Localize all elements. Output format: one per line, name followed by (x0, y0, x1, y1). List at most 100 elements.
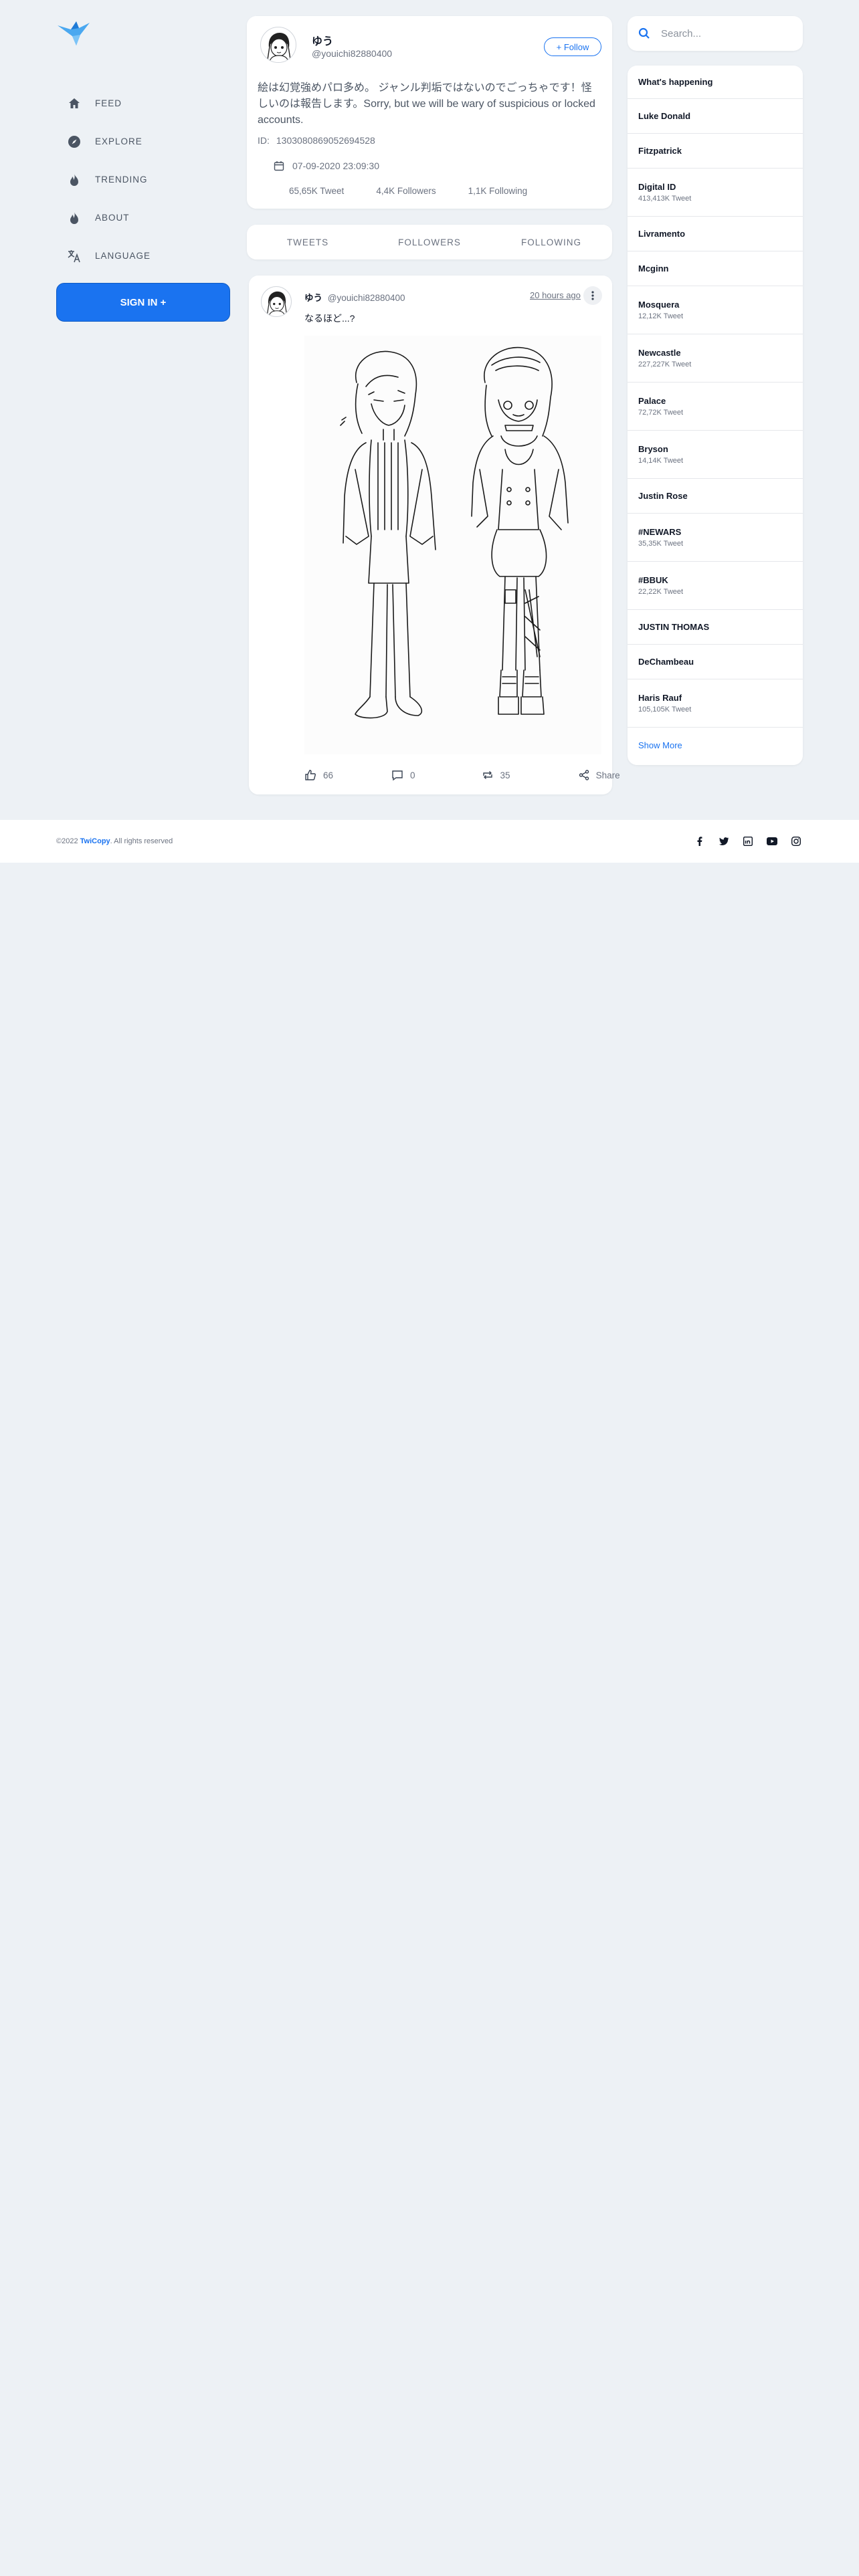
youtube-icon[interactable] (765, 835, 779, 848)
nav-item-label: ABOUT (95, 213, 130, 223)
more-options-button[interactable] (583, 286, 602, 305)
instagram-icon[interactable] (789, 835, 803, 848)
trend-item[interactable]: Livramento (628, 217, 803, 251)
social-links (682, 835, 803, 848)
trend-item[interactable]: DeChambeau (628, 645, 803, 679)
trend-name: Justin Rose (638, 491, 688, 501)
profile-name: ゆう (312, 36, 334, 47)
trend-item[interactable]: #NEWARS 35,35K Tweet (628, 514, 803, 562)
avatar[interactable] (260, 27, 296, 63)
main-nav: FEED EXPLORE TRENDING ABOUT LANGUAGE (56, 84, 230, 275)
trend-name: DeChambeau (638, 657, 694, 667)
trend-item[interactable]: Bryson 14,14K Tweet (628, 431, 803, 479)
tweet-count: 65,65K Tweet (289, 186, 345, 196)
trend-count: 72,72K Tweet (638, 409, 684, 417)
trend-count: 35,35K Tweet (638, 540, 684, 548)
brand-link[interactable]: TwiCopy (80, 837, 110, 845)
profile-bio: 絵は幻覚強めパロ多め。 ジャンル判垢ではないのでごっちゃです！怪しいのは報告しま… (258, 82, 595, 126)
trend-name: Bryson (638, 444, 668, 454)
nav-item-language[interactable]: LANGUAGE (56, 237, 230, 275)
nav-item-label: LANGUAGE (95, 251, 151, 261)
tweet-image[interactable] (304, 336, 601, 754)
tab-followers[interactable]: FOLLOWERS (369, 225, 490, 259)
nav-item-label: FEED (95, 98, 122, 108)
trend-item[interactable]: Palace 72,72K Tweet (628, 383, 803, 431)
sign-in-button[interactable]: SIGN IN + (56, 283, 230, 322)
trend-item[interactable]: Haris Rauf 105,105K Tweet (628, 679, 803, 728)
profile-card: ゆう @youichi82880400 + Follow 絵は幻覚強めパロ多め。… (247, 16, 612, 209)
retweet-button[interactable]: 35 (482, 769, 510, 781)
nav-item-feed[interactable]: FEED (56, 84, 230, 122)
twitter-icon[interactable] (717, 835, 731, 848)
profile-stats: 65,65K Tweet 4,4K Followers 1,1K Followi… (289, 186, 559, 196)
footer: ©2022 TwiCopy. All rights reserved (0, 820, 859, 863)
trend-name: Luke Donald (638, 111, 691, 121)
trend-item[interactable]: Newcastle 227,227K Tweet (628, 334, 803, 383)
trend-count: 22,22K Tweet (638, 588, 684, 596)
trends-panel: What's happening Luke Donald Fitzpatrick… (628, 66, 803, 765)
profile-tabs: TWEETS FOLLOWERS FOLLOWING (247, 225, 612, 259)
trend-item[interactable]: Mosquera 12,12K Tweet (628, 286, 803, 334)
copyright-prefix: ©2022 (56, 837, 78, 845)
retweet-count: 35 (500, 770, 510, 780)
calendar-icon (274, 161, 284, 171)
share-label: Share (595, 770, 620, 780)
trend-item[interactable]: Fitzpatrick (628, 134, 803, 169)
share-icon (579, 770, 589, 780)
thumbs-up-icon (305, 770, 316, 780)
nav-item-label: EXPLORE (95, 136, 142, 146)
trend-count: 227,227K Tweet (638, 360, 692, 368)
tweet-author: ゆう @youichi82880400 (304, 290, 405, 304)
copyright-suffix: . All rights reserved (110, 837, 173, 845)
trend-name: #NEWARS (638, 527, 682, 537)
like-count: 66 (323, 770, 334, 780)
flame-icon (67, 211, 82, 225)
tab-tweets[interactable]: TWEETS (247, 225, 369, 259)
tweet-card: ゆう @youichi82880400 20 hours ago なるほど...… (249, 276, 620, 794)
more-vertical-icon (591, 291, 594, 300)
avatar[interactable] (261, 286, 292, 317)
profile-id-value: 1303080869052694528 (276, 135, 375, 146)
search-input[interactable] (661, 27, 781, 39)
like-button[interactable]: 66 (304, 769, 333, 781)
comment-icon (392, 770, 403, 781)
flame-icon (67, 173, 82, 187)
trend-item[interactable]: Digital ID 413,413K Tweet (628, 169, 803, 217)
trend-name: JUSTIN THOMAS (638, 622, 710, 632)
trend-item[interactable]: Mcginn (628, 251, 803, 286)
trend-name: Fitzpatrick (638, 146, 682, 156)
follow-button[interactable]: + Follow (544, 37, 601, 56)
home-icon (67, 96, 82, 111)
trend-name: Palace (638, 396, 666, 406)
share-button[interactable]: Share (579, 770, 620, 780)
copyright: ©2022 TwiCopy. All rights reserved (56, 837, 173, 845)
tweet-author-handle: @youichi82880400 (327, 293, 405, 303)
nav-item-trending[interactable]: TRENDING (56, 160, 230, 199)
trend-item[interactable]: Justin Rose (628, 479, 803, 514)
facebook-icon[interactable] (693, 835, 706, 848)
nav-item-explore[interactable]: EXPLORE (56, 122, 230, 160)
trend-item[interactable]: Luke Donald (628, 99, 803, 134)
tweet-actions: 66 0 35 Share (304, 764, 620, 786)
trend-name: Newcastle (638, 348, 681, 358)
tweet-timestamp[interactable]: 20 hours ago (530, 290, 581, 300)
profile-joined-date: 07-09-2020 23:09:30 (292, 160, 379, 171)
show-more-link[interactable]: Show More (628, 728, 803, 762)
profile-joined: 07-09-2020 23:09:30 (274, 160, 379, 171)
trends-header: What's happening (628, 66, 803, 99)
trend-item[interactable]: #BBUK 22,22K Tweet (628, 562, 803, 610)
trend-name: #BBUK (638, 575, 668, 585)
trend-name: Mosquera (638, 300, 680, 310)
nav-item-about[interactable]: ABOUT (56, 199, 230, 237)
compass-icon (67, 134, 82, 149)
comment-button[interactable]: 0 (391, 769, 415, 781)
trend-item[interactable]: JUSTIN THOMAS (628, 610, 803, 645)
search-box (628, 16, 803, 51)
linkedin-icon[interactable] (741, 835, 755, 848)
tab-following[interactable]: FOLLOWING (490, 225, 612, 259)
bird-logo-icon[interactable] (56, 19, 91, 47)
followers-count: 4,4K Followers (376, 186, 436, 196)
trend-count: 105,105K Tweet (638, 706, 692, 714)
trend-count: 12,12K Tweet (638, 312, 684, 320)
comment-count: 0 (410, 770, 415, 780)
